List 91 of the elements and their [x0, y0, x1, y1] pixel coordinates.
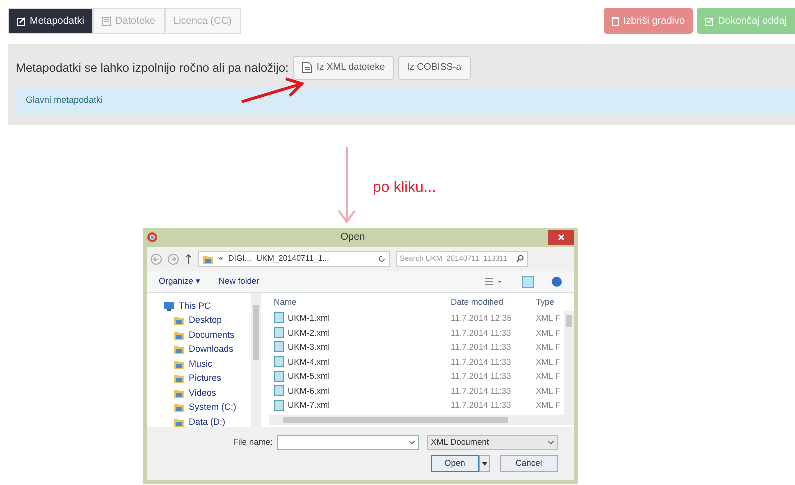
view-icon[interactable]: [484, 276, 504, 286]
file-name[interactable]: UKM-4.xml: [288, 356, 330, 368]
computer-icon: [163, 300, 175, 312]
folder-icon: [173, 416, 185, 427]
file-name[interactable]: UKM-1.xml: [288, 312, 330, 325]
horizontal-scrollbar[interactable]: [269, 415, 574, 425]
breadcrumb-item[interactable]: DIGI...: [228, 253, 252, 265]
date-cell-text: 11.7.2014 12:35: [451, 312, 513, 325]
section-header[interactable]: Glavni metapodatki: [16, 87, 795, 114]
document-icon: [274, 312, 285, 324]
document-icon: [274, 400, 285, 412]
browser-logo-icon: [147, 232, 158, 243]
sidebar-item[interactable]: This PC: [179, 300, 212, 313]
date-cell-text: 11.7.2014 11:33: [451, 399, 512, 412]
search-icon: [516, 255, 524, 263]
edit-icon: [17, 16, 26, 26]
caption-text: po kliku...: [373, 178, 436, 197]
date-cell-text: 11.7.2014 11:33: [451, 341, 512, 354]
open-button[interactable]: Open: [431, 455, 479, 472]
prompt-text: Metapodatki se lahko izpolnijo ročno ali pa naložijo:: [16, 60, 289, 77]
column-header[interactable]: Name: [269, 296, 451, 308]
file-name[interactable]: UKM-7.xml: [288, 399, 330, 412]
list-icon: [102, 16, 112, 26]
file-name[interactable]: UKM-6.xml: [288, 384, 330, 398]
date-cell-text: 11.7.2014 11:33: [451, 370, 512, 384]
folder-icon: [173, 330, 185, 341]
document-icon: [274, 370, 285, 383]
sidebar-item[interactable]: Desktop: [189, 314, 222, 328]
type-cell-text: XML F: [536, 326, 562, 340]
scrollbar[interactable]: [564, 311, 574, 415]
sidebar-item[interactable]: Music: [189, 358, 213, 371]
document-icon: [274, 341, 285, 354]
sidebar-item[interactable]: Downloads: [189, 343, 234, 356]
folder-icon: [173, 344, 185, 356]
column-header[interactable]: Type: [536, 296, 562, 308]
cancel-button[interactable]: Cancel: [500, 455, 558, 472]
file-name[interactable]: UKM-5.xml: [288, 370, 330, 384]
document-icon: [274, 356, 285, 368]
trash-icon: [612, 16, 620, 26]
sidebar-item[interactable]: Videos: [189, 386, 216, 400]
dropdown-icon: [548, 440, 554, 444]
check-icon: [705, 16, 714, 26]
file-name-field[interactable]: [277, 435, 419, 450]
folder-icon: [173, 388, 185, 399]
forward-icon[interactable]: [168, 254, 179, 264]
breadcrumb-item[interactable]: UKM_20140711_1...: [256, 253, 330, 265]
folder-icon: [173, 358, 185, 370]
type-cell-text: XML F: [536, 341, 562, 354]
type-cell-text: XML F: [536, 399, 562, 412]
sidebar-item[interactable]: System (C:): [189, 401, 237, 414]
file-name[interactable]: UKM-2.xml: [288, 326, 330, 340]
sidebar-item[interactable]: Documents: [189, 328, 235, 342]
folder-icon: [173, 315, 185, 326]
close-button[interactable]: [548, 230, 574, 245]
dropdown-icon: [482, 462, 488, 466]
close-icon: [558, 234, 564, 241]
type-cell-text: XML F: [536, 370, 562, 384]
breadcrumb-item[interactable]: «: [219, 253, 224, 265]
dropdown-icon: [409, 440, 415, 444]
sidebar-item[interactable]: Data (D:): [189, 416, 226, 427]
sidebar-item[interactable]: Pictures: [189, 372, 222, 386]
up-icon[interactable]: [185, 254, 192, 264]
cobiss-import-button[interactable]: Iz COBISS-a: [398, 56, 471, 80]
xml-import-button[interactable]: Iz XML datoteke: [292, 56, 394, 80]
document-icon: [274, 385, 285, 398]
split-dropdown-button[interactable]: [479, 455, 490, 472]
preview-pane-icon[interactable]: [522, 276, 534, 288]
type-cell-text: XML F: [536, 384, 562, 398]
column-header[interactable]: Date modified: [451, 296, 536, 308]
type-cell-text: XML F: [536, 312, 562, 325]
address-bar[interactable]: « DIGI... UKM_20140711_1...: [198, 251, 390, 267]
help-icon[interactable]: [552, 276, 562, 286]
date-cell-text: 11.7.2014 11:33: [451, 326, 512, 340]
dialog-title: Open: [340, 231, 366, 245]
folder-icon: [173, 373, 185, 384]
back-icon[interactable]: [151, 254, 162, 264]
file-type-select[interactable]: XML Document: [427, 435, 558, 450]
file-name[interactable]: UKM-3.xml: [288, 341, 330, 354]
scrollbar[interactable]: [251, 293, 261, 427]
toolbar-button[interactable]: Organize ▾: [159, 275, 201, 288]
tab[interactable]: Metapodatki: [8, 8, 94, 34]
date-cell-text: 11.7.2014 11:33: [451, 384, 512, 398]
document-icon: [274, 326, 285, 339]
folder-icon: [202, 254, 214, 264]
toolbar-button[interactable]: New folder: [218, 275, 260, 288]
refresh-icon[interactable]: [378, 255, 386, 263]
type-cell-text: XML F: [536, 356, 562, 368]
date-cell-text: 11.7.2014 11:33: [451, 356, 512, 368]
file-name-label: File name:: [233, 436, 273, 449]
file-icon: [302, 62, 313, 74]
folder-icon: [173, 402, 185, 414]
